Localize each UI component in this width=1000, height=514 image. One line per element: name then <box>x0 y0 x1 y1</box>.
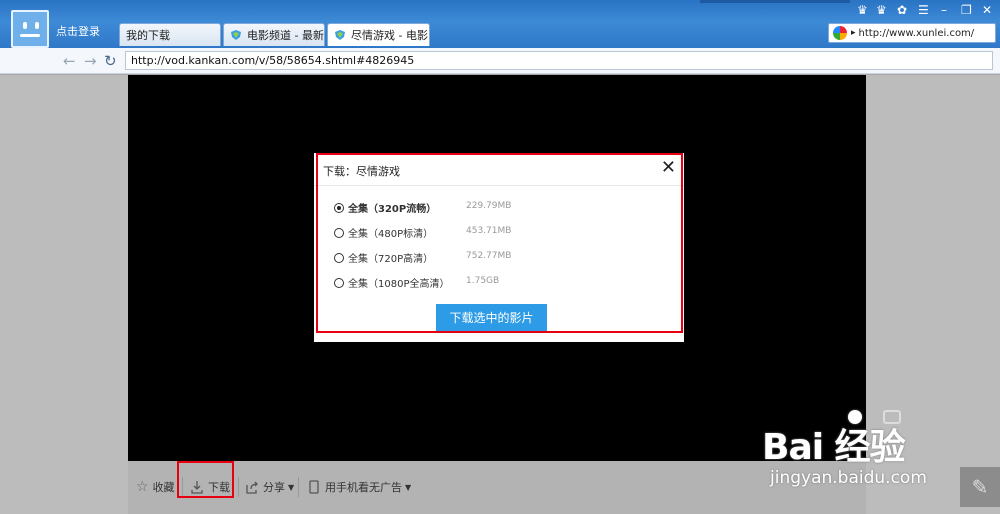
skin-icon[interactable]: ♛ <box>876 3 887 17</box>
login-link[interactable]: 点击登录 <box>56 23 100 39</box>
browser-globe-icon <box>833 26 847 40</box>
settings-icon[interactable]: ✿ <box>897 3 907 17</box>
quick-url-text: http://www.xunlei.com/ <box>858 27 975 39</box>
forward-icon[interactable]: → <box>84 52 97 70</box>
avatar[interactable] <box>11 10 49 48</box>
chevron-down-icon: ▼ <box>405 482 412 492</box>
baidu-jingyan-url: jingyan.baidu.com <box>770 468 927 488</box>
kankan-favicon-icon <box>231 30 241 40</box>
avatar-eye-icon <box>35 22 39 29</box>
refresh-icon[interactable]: ↻ <box>104 52 117 70</box>
divider <box>298 477 299 497</box>
avatar-eye-icon <box>23 22 27 29</box>
star-icon: ☆ <box>136 479 149 495</box>
minimize-icon[interactable]: – <box>941 3 947 17</box>
download-highlight-box <box>177 461 234 498</box>
mobile-view-button[interactable]: 用手机看无广告 ▼ <box>308 479 411 495</box>
quick-url-box[interactable]: ▸ http://www.xunlei.com/ <box>828 23 996 43</box>
title-strip <box>700 0 850 3</box>
edit-icon[interactable]: ✎ <box>960 467 1000 507</box>
baidu-jingyan-logo: Bai 经验 <box>762 427 906 468</box>
tab-movie-channel[interactable]: 电影频道 - 最新... ✕ <box>223 23 325 46</box>
favorite-button[interactable]: ☆ 收藏 <box>136 479 175 495</box>
dialog-highlight-box <box>316 153 683 333</box>
tab-label: 电影频道 - 最新... <box>247 29 324 42</box>
back-icon[interactable]: ← <box>63 52 76 70</box>
kankan-favicon-icon <box>335 30 345 40</box>
restore-icon[interactable]: ❐ <box>961 3 972 17</box>
chevron-down-icon: ▼ <box>288 482 295 492</box>
share-icon <box>246 481 258 494</box>
share-label: 分享 <box>263 481 285 494</box>
tab-label: 我的下载 <box>126 29 170 42</box>
player-control-bar: ☆ 收藏 下载 分享 ▼ 用手机看无广告 ▼ <box>128 461 866 514</box>
share-button[interactable]: 分享 ▼ <box>245 479 294 495</box>
avatar-mouth-icon <box>20 34 40 37</box>
phone-icon <box>309 480 319 494</box>
skin-icon[interactable]: ♛ <box>857 3 868 17</box>
dropdown-arrow-icon: ▸ <box>851 28 856 38</box>
tab-my-downloads[interactable]: 我的下载 <box>119 23 221 46</box>
favorite-label: 收藏 <box>152 481 175 494</box>
tab-jinqing-youxi[interactable]: 尽情游戏 - 电影 ... ✕ <box>327 23 430 46</box>
browser-title-bar: 点击登录 我的下载 电影频道 - 最新... ✕ 尽情游戏 - 电影 ... ✕… <box>0 0 1000 48</box>
navigation-bar: ← → ↻ http://vod.kankan.com/v/58/58654.s… <box>0 48 1000 74</box>
close-window-icon[interactable]: ✕ <box>982 3 992 17</box>
mobile-view-label: 用手机看无广告 <box>325 481 402 494</box>
menu-icon[interactable]: ☰ <box>918 3 929 17</box>
divider <box>238 477 239 497</box>
address-bar[interactable]: http://vod.kankan.com/v/58/58654.shtml#4… <box>125 51 993 70</box>
tab-label: 尽情游戏 - 电影 ... <box>351 29 429 42</box>
